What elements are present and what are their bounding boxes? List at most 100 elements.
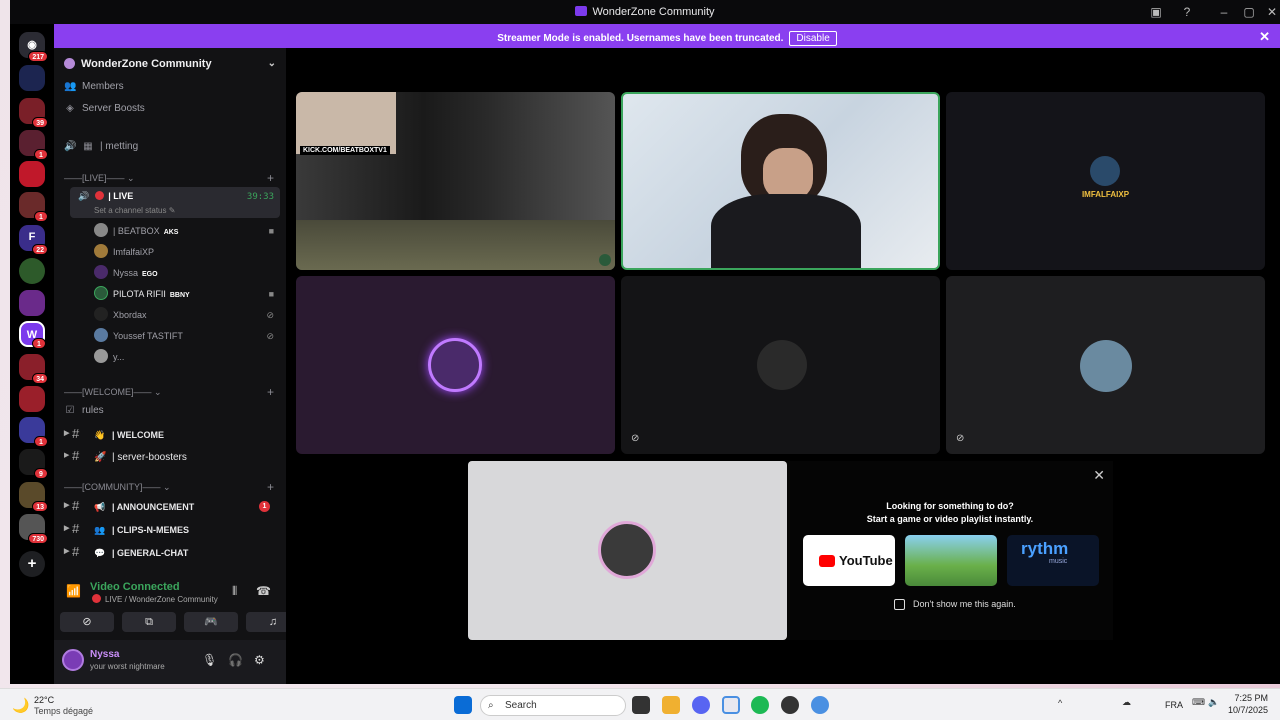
headphones-icon[interactable]: 🎧 — [228, 653, 243, 667]
maximize-icon[interactable]: ▢ — [1242, 5, 1256, 19]
channel-rules[interactable]: ☑ rules — [64, 402, 278, 420]
server-icon[interactable]: 1 — [19, 417, 48, 447]
cloud-icon[interactable]: ☁ — [1122, 697, 1131, 708]
activity-card-youtube[interactable]: YouTube — [803, 535, 895, 586]
self-video-tile[interactable] — [468, 461, 787, 640]
close-window-icon[interactable]: ✕ — [1265, 5, 1279, 19]
server-icon[interactable]: 9 — [19, 449, 48, 479]
server-rail: ◉ 217 39 1 1 F 22 W1 34 1 9 13 730 + — [10, 24, 54, 684]
category-welcome[interactable]: ——[WELCOME]—— ⌄ + — [64, 383, 278, 401]
search-box[interactable]: ⌕ Search — [480, 695, 626, 716]
task-view-icon[interactable] — [632, 696, 650, 714]
people-icon: 👥 — [94, 525, 106, 535]
inbox-icon[interactable]: ▣ — [1149, 5, 1163, 19]
windows-taskbar: 🌙 22°C Temps dégagé ⌕ Search ^ ☁ FRA ⌨ 🔈 … — [0, 688, 1280, 720]
avatar — [94, 223, 108, 237]
server-icon[interactable] — [19, 161, 45, 187]
server-icon[interactable] — [19, 290, 45, 316]
channel-general-chat[interactable]: ▶ # 💬 | GENERAL-CHAT — [64, 542, 278, 562]
file-explorer-icon[interactable] — [662, 696, 680, 714]
voice-user[interactable]: y... — [94, 348, 278, 366]
noise-suppression-icon[interactable]: ⦀ — [232, 584, 237, 599]
voice-channel-metting[interactable]: 🔊 ▦ | metting — [64, 138, 278, 156]
channel-announcement[interactable]: ▶ # 📢 | ANNOUNCEMENT 1 — [64, 496, 278, 516]
chevron-up-icon[interactable]: ^ — [1058, 698, 1062, 708]
video-tile-avatar[interactable]: ⊘ — [621, 276, 940, 454]
camera-off-icon: ⊘ — [82, 616, 92, 628]
server-icon[interactable]: 13 — [19, 482, 48, 512]
add-channel-icon[interactable]: + — [267, 383, 274, 401]
close-icon[interactable]: ✕ — [1093, 467, 1105, 484]
voice-user[interactable]: Youssef TASTIFT ⊘ — [94, 327, 278, 345]
unread-badge: 1 — [259, 501, 270, 512]
clock-time[interactable]: 7:25 PM — [1232, 693, 1268, 703]
channel-status[interactable]: Set a channel status ✎ — [94, 206, 175, 215]
activity-card-rythm[interactable]: rythm music — [1007, 535, 1099, 586]
video-tile-avatar[interactable]: IMFALFAIXP — [946, 92, 1265, 270]
app-icon[interactable] — [781, 696, 799, 714]
volume-icon[interactable]: 🔈 — [1208, 697, 1219, 708]
signal-icon[interactable]: 📶 — [66, 584, 81, 598]
server-icon[interactable]: F 22 — [19, 225, 48, 255]
chrome-icon[interactable] — [722, 696, 740, 714]
network-icon[interactable]: ⌨ — [1192, 697, 1205, 708]
voice-user[interactable]: Nyssa EGO — [94, 264, 278, 282]
server-folder[interactable]: 730 — [19, 514, 48, 544]
minimize-icon[interactable]: – — [1217, 5, 1231, 19]
voice-user[interactable]: Xbordax ⊘ — [94, 306, 278, 324]
server-icon[interactable] — [19, 258, 45, 284]
add-channel-icon[interactable]: + — [267, 169, 274, 187]
channel-clips-n-memes[interactable]: ▶ # 👥 | CLIPS-N-MEMES — [64, 519, 278, 539]
server-icon[interactable]: 1 — [19, 130, 48, 160]
home-button[interactable]: ◉ 217 — [19, 32, 48, 62]
share-screen-button[interactable]: ⧉ — [122, 612, 176, 632]
server-icon[interactable]: 39 — [19, 98, 48, 128]
server-boosts-item[interactable]: ◈ Server Boosts — [64, 100, 278, 118]
add-server-button[interactable]: + — [19, 551, 45, 577]
weather-temp[interactable]: 22°C — [34, 695, 54, 705]
activities-button[interactable]: 🎮 — [184, 612, 238, 632]
browser-icon[interactable] — [811, 696, 829, 714]
video-tile-stream[interactable]: KICK.COM/BEATBOXTV1 — [296, 92, 615, 270]
dont-show-checkbox[interactable] — [894, 599, 905, 610]
video-grid: KICK.COM/BEATBOXTV1 IMFALFAIXP ⊘ ⊘ ✕ Loo… — [286, 48, 1280, 684]
server-icon[interactable]: 1 — [19, 192, 48, 222]
channel-welcome[interactable]: ▶ # 👋 | WELCOME — [64, 424, 278, 444]
spotify-icon[interactable] — [751, 696, 769, 714]
server-icon[interactable] — [19, 386, 45, 412]
chevron-down-icon: ⌄ — [267, 58, 276, 69]
video-tile-avatar[interactable]: ⊘ — [946, 276, 1265, 454]
gear-icon[interactable]: ⚙ — [254, 653, 265, 667]
language-indicator[interactable]: FRA — [1165, 700, 1183, 710]
disconnect-icon[interactable]: ☎ — [256, 584, 271, 598]
server-header[interactable]: WonderZone Community ⌄ — [64, 58, 276, 70]
close-banner-icon[interactable]: ✕ — [1259, 29, 1270, 45]
voice-channel-live[interactable]: 🔊 | LIVE Set a channel status ✎ 39:33 — [70, 187, 280, 218]
members-item[interactable]: 👥 Members — [64, 78, 278, 96]
server-icon[interactable]: 34 — [19, 354, 48, 384]
video-tile-speaking[interactable] — [621, 92, 940, 270]
voice-user[interactable]: PILOTA RIFII BBNY ■ — [94, 285, 278, 303]
camera-off-button[interactable]: ⊘ — [60, 612, 114, 632]
youtube-icon — [819, 555, 835, 567]
voice-user[interactable]: ImfalfaiXP — [94, 243, 278, 261]
avatar[interactable] — [62, 649, 84, 671]
hash-icon: # — [72, 426, 80, 441]
video-tile-avatar[interactable] — [296, 276, 615, 454]
help-icon[interactable]: ? — [1180, 5, 1194, 19]
disable-streamer-mode-button[interactable]: Disable — [789, 31, 837, 46]
voice-status[interactable]: Video Connected — [90, 581, 180, 593]
discord-taskbar-icon[interactable] — [692, 696, 710, 714]
category-live[interactable]: ——[LIVE]—— ⌄ + — [64, 169, 278, 187]
server-icon[interactable] — [19, 65, 45, 91]
server-badge: 13 — [32, 501, 48, 512]
windows-start-icon[interactable] — [454, 696, 472, 714]
voice-user[interactable]: | BEATBOX AKS ■ — [94, 222, 278, 240]
microphone-icon[interactable]: 🎙 — [202, 653, 217, 667]
category-community[interactable]: ——[COMMUNITY]—— ⌄ + — [64, 478, 278, 496]
server-icon-active[interactable]: W1 — [19, 321, 46, 349]
channel-server-boosters[interactable]: ▶ # 🚀 | server-boosters — [64, 446, 278, 466]
add-channel-icon[interactable]: + — [267, 478, 274, 496]
username[interactable]: Nyssa — [90, 649, 119, 660]
activity-card-game[interactable] — [905, 535, 997, 586]
